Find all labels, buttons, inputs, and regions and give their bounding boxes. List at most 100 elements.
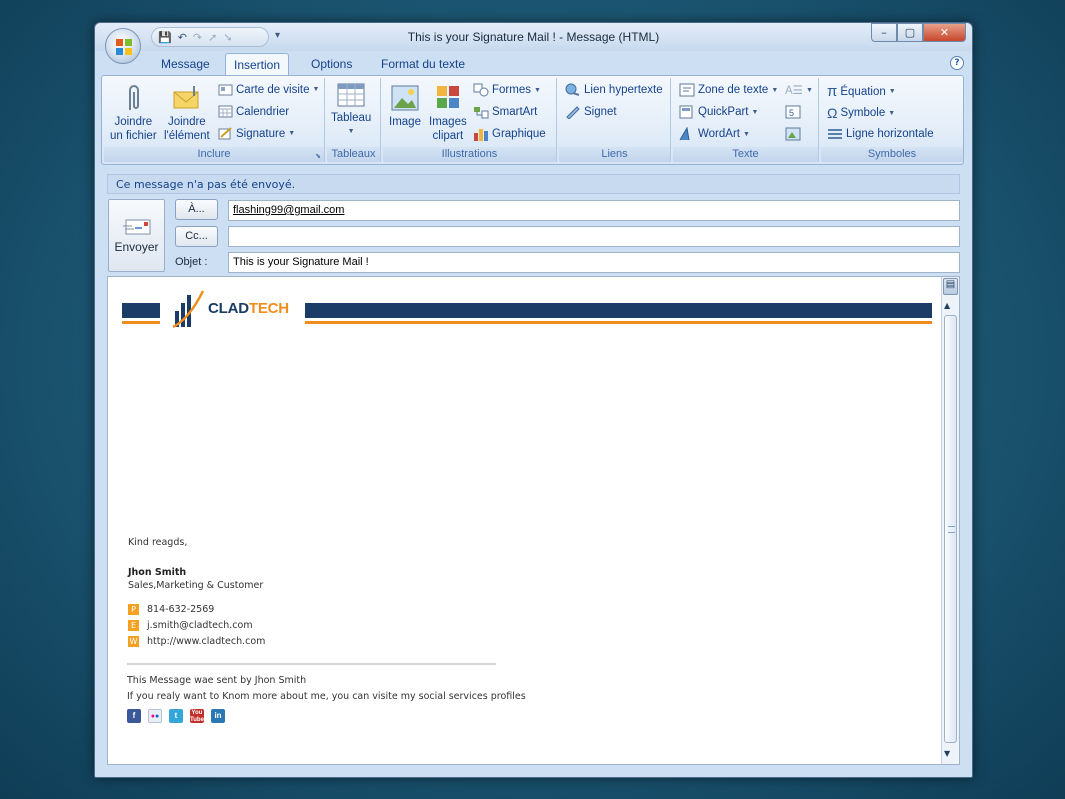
- calendrier-button[interactable]: Calendrier: [218, 105, 289, 118]
- linkedin-icon[interactable]: in: [211, 709, 225, 723]
- office-button[interactable]: [105, 28, 141, 64]
- send-label: Envoyer: [114, 239, 159, 254]
- undo-icon[interactable]: ↶: [178, 32, 187, 43]
- contact-web: Whttp://www.cladtech.com: [128, 636, 265, 647]
- customize-icon[interactable]: ▾: [275, 30, 280, 41]
- down-arrow-icon[interactable]: ➘: [223, 32, 232, 43]
- paperclip-icon: [129, 85, 140, 110]
- signature-button[interactable]: Signature ▼: [218, 127, 295, 140]
- joindre-fichier-label-1: Joindre: [114, 116, 153, 128]
- image-button[interactable]: Image: [389, 82, 421, 128]
- lien-hypertexte-button[interactable]: Lien hypertexte: [565, 83, 663, 97]
- graphique-button[interactable]: Graphique: [473, 127, 546, 141]
- office-logo-icon: [116, 39, 132, 55]
- dialog-launcher-icon[interactable]: ⬊: [315, 152, 321, 160]
- tab-options[interactable]: Options: [303, 55, 360, 75]
- images-clipart-label-1: Images: [429, 116, 467, 128]
- tab-format-texte[interactable]: Format du texte: [373, 55, 473, 75]
- tableau-button[interactable]: Tableau ▼: [331, 82, 371, 138]
- help-icon[interactable]: ?: [950, 56, 964, 70]
- lien-hypertexte-label: Lien hypertexte: [584, 84, 663, 96]
- ligne-horizontale-label: Ligne horizontale: [846, 128, 934, 140]
- send-button[interactable]: Envoyer: [108, 199, 165, 272]
- sender-name: Jhon Smith: [128, 567, 187, 578]
- signature-divider: [127, 663, 496, 665]
- group-illustrations: Image Images clipart Formes ▼ SmartArt Gr…: [383, 78, 557, 162]
- web-icon: W: [128, 636, 139, 647]
- signature-icon: [218, 127, 232, 140]
- facebook-icon[interactable]: f: [127, 709, 141, 723]
- joindre-fichier-button[interactable]: Joindre un fichier: [110, 82, 157, 142]
- image-label: Image: [389, 116, 421, 128]
- signet-button[interactable]: Signet: [565, 105, 617, 119]
- images-clipart-button[interactable]: Images clipart: [429, 82, 467, 142]
- close-button[interactable]: ✕: [923, 23, 966, 42]
- horizontal-line-icon: [828, 129, 842, 139]
- save-icon[interactable]: 💾: [158, 32, 172, 43]
- wordart-button[interactable]: WordArt ▼: [679, 127, 750, 141]
- scroll-thumb[interactable]: [944, 315, 957, 743]
- sender-role: Sales,Marketing & Customer: [128, 580, 264, 591]
- tab-insertion[interactable]: Insertion: [225, 53, 290, 76]
- date-time-icon[interactable]: 5: [785, 105, 801, 119]
- to-field[interactable]: flashing99@gmail.com: [228, 200, 960, 221]
- to-button[interactable]: À...: [175, 199, 218, 220]
- graphique-label: Graphique: [492, 128, 546, 140]
- object-icon[interactable]: [785, 127, 801, 141]
- formes-label: Formes: [492, 84, 531, 96]
- symbole-button[interactable]: Ω Symbole ▼: [827, 105, 895, 121]
- web-value[interactable]: http://www.cladtech.com: [147, 636, 265, 647]
- business-card-icon: [218, 84, 233, 96]
- vertical-scrollbar[interactable]: ▤ ▲ ▼: [941, 277, 959, 764]
- zone-texte-button[interactable]: Zone de texte ▼: [679, 83, 778, 97]
- brand-part-2: TECH: [248, 300, 289, 317]
- chart-icon: [474, 129, 488, 141]
- carte-visite-label: Carte de visite: [236, 83, 310, 96]
- social-text: If you realy want to Knom more about me,…: [127, 691, 526, 702]
- tab-message[interactable]: Message: [153, 55, 218, 75]
- message-body[interactable]: CLADTECH Kind reagds, Jhon Smith Sales,M…: [107, 276, 960, 765]
- cc-button[interactable]: Cc...: [175, 226, 218, 247]
- sent-by-text: This Message wae sent by Jhon Smith: [127, 675, 307, 686]
- lettrine-icon[interactable]: A☰ ▼: [785, 83, 813, 97]
- ribbon: Joindre un fichier Joindre l'élément Car…: [101, 75, 964, 165]
- symbole-label: Symbole: [840, 107, 886, 119]
- group-label-inclure: Inclure: [104, 147, 324, 162]
- formes-button[interactable]: Formes ▼: [473, 83, 541, 97]
- group-label-tableaux: Tableaux: [327, 147, 380, 162]
- to-recipient[interactable]: flashing99@gmail.com: [233, 204, 344, 216]
- quickpart-button[interactable]: QuickPart ▼: [679, 105, 758, 119]
- smartart-button[interactable]: SmartArt: [473, 105, 537, 119]
- scroll-up-arrow[interactable]: ▲: [944, 301, 950, 310]
- ligne-horizontale-button[interactable]: Ligne horizontale: [827, 127, 934, 141]
- flickr-icon[interactable]: ●●: [148, 709, 162, 723]
- scroll-grip: [948, 526, 955, 533]
- cc-field[interactable]: [228, 226, 960, 247]
- email-value[interactable]: j.smith@cladtech.com: [147, 620, 253, 631]
- smartart-icon: [474, 107, 489, 119]
- calendrier-label: Calendrier: [236, 105, 290, 118]
- subject-field[interactable]: This is your Signature Mail !: [228, 252, 960, 273]
- greeting: Kind reagds,: [128, 537, 188, 548]
- equation-button[interactable]: π Équation ▼: [827, 83, 896, 100]
- youtube-icon[interactable]: You Tube: [190, 709, 204, 723]
- joindre-element-button[interactable]: Joindre l'élément: [164, 82, 210, 142]
- quick-access-toolbar: 💾 ↶ ↷ ➚ ➘: [151, 27, 269, 47]
- email-icon: E: [128, 620, 139, 631]
- minimize-button[interactable]: –: [871, 23, 897, 42]
- contact-phone: P 814-632-2569: [128, 604, 214, 615]
- group-inclure: Joindre un fichier Joindre l'élément Car…: [104, 78, 325, 162]
- scroll-down-arrow[interactable]: ▼: [944, 749, 950, 758]
- up-arrow-icon[interactable]: ➚: [208, 32, 217, 43]
- social-icons: f ●● t You Tube in: [127, 709, 225, 723]
- redo-icon[interactable]: ↷: [193, 32, 202, 43]
- maximize-button[interactable]: ▢: [897, 23, 923, 42]
- ruler-toggle-icon[interactable]: ▤: [943, 278, 958, 295]
- hyperlink-icon: [565, 83, 580, 96]
- group-label-symboles: Symboles: [821, 147, 963, 162]
- phone-value: 814-632-2569: [147, 604, 215, 615]
- envelope-clip-icon: [173, 86, 199, 109]
- twitter-icon[interactable]: t: [169, 709, 183, 723]
- group-label-liens: Liens: [559, 147, 670, 162]
- carte-visite-button[interactable]: Carte de visite ▼: [218, 83, 319, 96]
